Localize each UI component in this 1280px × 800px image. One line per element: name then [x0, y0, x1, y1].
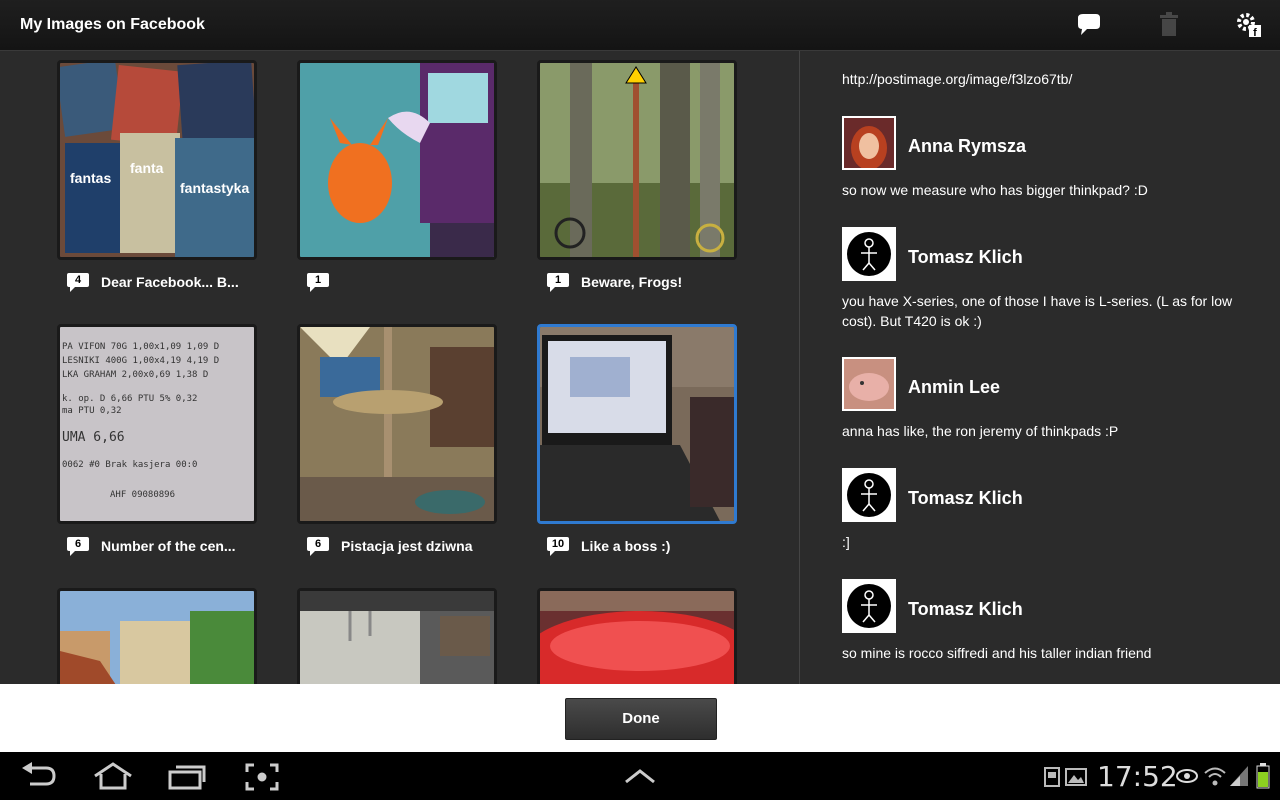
svg-text:AHF 09080896: AHF 09080896 — [110, 490, 175, 500]
comment-text: so now we measure who has bigger thinkpa… — [842, 182, 1148, 198]
screenshot-icon[interactable] — [245, 763, 279, 796]
svg-text:0062 #0 Brak kasjera 00: 0062 #0 Brak kasjera 00:0 — [62, 460, 197, 470]
thumbnail-receipt[interactable]: PA VIFON 70G 1,00x1,09 1,09 D LESNIKI 40… — [57, 324, 257, 524]
thumbnail-houses[interactable] — [57, 588, 257, 684]
thumbnail-cartoon[interactable] — [297, 60, 497, 260]
avatar[interactable] — [842, 579, 896, 633]
tile-caption: 1 Beware, Frogs! — [547, 273, 747, 297]
comment-count-badge: 1 — [307, 273, 329, 292]
comment-item: Anmin Lee anna has like, the ron jeremy … — [842, 357, 1242, 441]
eye-icon — [1175, 766, 1199, 791]
svg-text:LESNIKI 400G 1,00x4,19 4,1: LESNIKI 400G 1,00x4,19 4,19 D — [62, 356, 219, 366]
comments-panel: http://postimage.org/image/f3lzo67tb/ An… — [800, 51, 1280, 684]
grid-tile[interactable]: 10 Like a boss :) — [537, 324, 737, 556]
svg-text:UMA 6,66: UMA 6,66 — [62, 430, 125, 445]
system-bar: 17:52 — [0, 752, 1280, 800]
tile-caption: 4 Dear Facebook... B... — [67, 273, 267, 297]
grid-tile[interactable] — [297, 588, 497, 684]
grid-tile[interactable]: 1 — [297, 60, 497, 292]
comment-icon[interactable] — [1074, 10, 1104, 40]
comment-text: you have X-series, one of those I have i… — [842, 293, 1233, 329]
svg-text:PA VIFON 70G 1,00x1,09 1,0: PA VIFON 70G 1,00x1,09 1,09 D — [62, 342, 219, 352]
thumbnail-red-car[interactable] — [537, 588, 737, 684]
comment-author[interactable]: Tomasz Klich — [908, 488, 1023, 509]
comment-author[interactable]: Tomasz Klich — [908, 599, 1023, 620]
avatar[interactable] — [842, 357, 896, 411]
battery-icon — [1256, 762, 1270, 795]
home-icon[interactable] — [92, 762, 134, 795]
gallery-icon — [1065, 766, 1087, 793]
comment-item: Tomasz Klich you have X-series, one of t… — [842, 227, 1242, 331]
svg-text:LKA GRAHAM 2,00x0,69 1,3: LKA GRAHAM 2,00x0,69 1,38 D — [62, 370, 208, 380]
tile-title: Pistacja jest dziwna — [341, 538, 473, 554]
signal-icon — [1228, 764, 1250, 793]
tile-caption: 1 — [307, 273, 507, 297]
comment-author[interactable]: Anna Rymsza — [908, 136, 1026, 157]
recent-apps-icon[interactable] — [168, 764, 206, 795]
clock: 17:52 — [1097, 760, 1178, 793]
tile-caption: 6 Number of the cen... — [67, 537, 267, 561]
comment-item: Tomasz Klich :] — [842, 468, 1242, 552]
tile-title: Like a boss :) — [581, 538, 671, 554]
settings-facebook-icon[interactable]: f — [1234, 10, 1264, 40]
trash-icon[interactable] — [1154, 10, 1184, 40]
svg-text:fantastyka: fantastyka — [180, 180, 249, 196]
tile-caption: 10 Like a boss :) — [547, 537, 747, 561]
thumbnail-magazines[interactable]: fantas fanta fantastyka — [57, 60, 257, 260]
svg-text:f: f — [1253, 27, 1257, 39]
comment-count-badge: 4 — [67, 273, 89, 292]
done-button[interactable]: Done — [565, 698, 717, 740]
thumbnail-laptop[interactable] — [537, 324, 737, 524]
svg-text:fantas: fantas — [70, 170, 111, 186]
wifi-icon — [1203, 764, 1227, 793]
comment-count-badge: 6 — [307, 537, 329, 556]
comment-author[interactable]: Anmin Lee — [908, 377, 1000, 398]
image-url-link[interactable]: http://postimage.org/image/f3lzo67tb/ — [842, 71, 1072, 87]
avatar[interactable] — [842, 116, 896, 170]
image-grid: fantas fanta fantastyka 4 Dear Facebook.… — [0, 51, 799, 684]
svg-text:ma PTU: ma PTU 0,32 — [62, 406, 122, 416]
avatar[interactable] — [842, 468, 896, 522]
sd-card-icon — [1043, 766, 1061, 793]
app-title: My Images on Facebook — [20, 16, 205, 33]
thumbnail-hookah[interactable] — [297, 324, 497, 524]
grid-tile[interactable]: 1 Beware, Frogs! — [537, 60, 737, 292]
chevron-up-icon[interactable] — [624, 768, 656, 789]
comment-text: so mine is rocco siffredi and his taller… — [842, 645, 1152, 661]
tile-title: Beware, Frogs! — [581, 274, 683, 290]
svg-text:k. op. D 6,66 PTU 5%: k. op. D 6,66 PTU 5% 0,32 — [62, 394, 197, 404]
tile-title: Number of the cen... — [101, 538, 236, 554]
back-icon[interactable] — [20, 762, 58, 795]
action-bar: My Images on Facebook f — [0, 0, 1280, 51]
grid-tile[interactable] — [537, 588, 737, 684]
comment-count-badge: 1 — [547, 273, 569, 292]
grid-tile[interactable]: PA VIFON 70G 1,00x1,09 1,09 D LESNIKI 40… — [57, 324, 257, 556]
tile-title: Dear Facebook... B... — [101, 274, 239, 290]
tile-caption: 6 Pistacja jest dziwna — [307, 537, 507, 561]
thumbnail-kitchen[interactable] — [297, 588, 497, 684]
avatar[interactable] — [842, 227, 896, 281]
comment-count-badge: 10 — [547, 537, 569, 556]
grid-tile[interactable]: 6 Pistacja jest dziwna — [297, 324, 497, 556]
bottom-bar: Done — [0, 684, 1280, 752]
comment-item: Anna Rymsza so now we measure who has bi… — [842, 116, 1242, 200]
thumbnail-forest-sign[interactable] — [537, 60, 737, 260]
comment-count-badge: 6 — [67, 537, 89, 556]
grid-tile[interactable]: fantas fanta fantastyka 4 Dear Facebook.… — [57, 60, 257, 292]
comment-text: :] — [842, 534, 850, 550]
comment-item: Tomasz Klich so mine is rocco siffredi a… — [842, 579, 1242, 663]
comment-text: anna has like, the ron jeremy of thinkpa… — [842, 423, 1119, 439]
grid-tile[interactable] — [57, 588, 257, 684]
comment-author[interactable]: Tomasz Klich — [908, 247, 1023, 268]
svg-text:fanta: fanta — [130, 160, 164, 176]
